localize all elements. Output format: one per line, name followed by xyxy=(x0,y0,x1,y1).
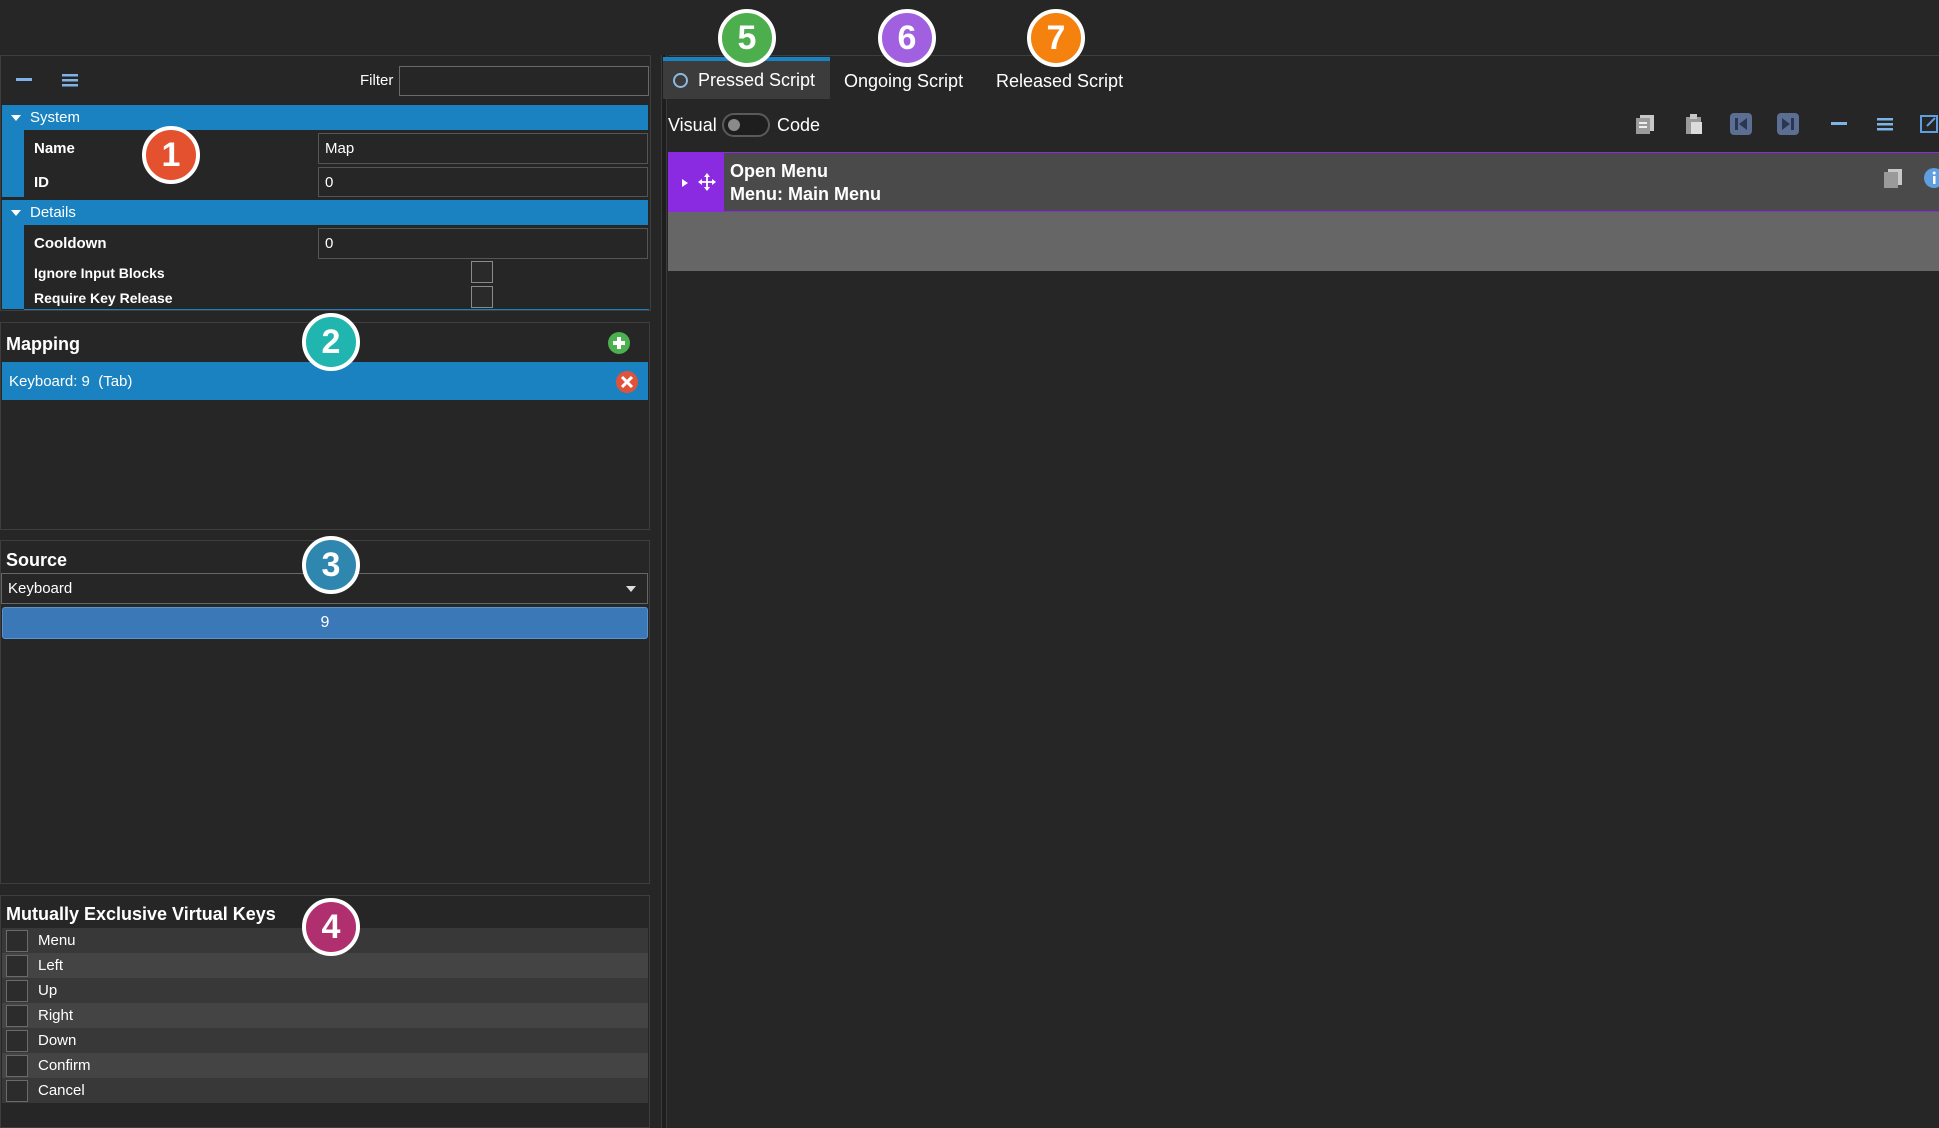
remove-icon xyxy=(616,371,638,393)
script-block-handle[interactable] xyxy=(668,153,724,211)
key-checkbox[interactable] xyxy=(6,1029,28,1052)
list-item[interactable]: Confirm xyxy=(2,1053,648,1078)
expand-all-icon[interactable] xyxy=(56,68,84,92)
category-system-body xyxy=(2,130,24,197)
script-block-subtitle: Menu: Main Menu xyxy=(730,184,881,204)
callout-7: 7 xyxy=(1027,9,1085,67)
toggle-knob xyxy=(728,119,740,131)
require-key-release-label: Require Key Release xyxy=(34,290,173,306)
collapse-chevron-icon[interactable] xyxy=(10,208,24,218)
add-mapping-button[interactable] xyxy=(606,330,632,356)
chevron-down-icon xyxy=(626,585,636,592)
category-details-body xyxy=(2,225,24,309)
source-title: Source xyxy=(6,550,68,570)
id-field[interactable]: 0 xyxy=(318,167,648,197)
tab-ongoing-script[interactable]: Ongoing Script xyxy=(844,71,963,92)
ignore-input-blocks-label: Ignore Input Blocks xyxy=(34,265,165,281)
list-item[interactable]: Right xyxy=(2,1003,648,1028)
key-label: Up xyxy=(38,982,58,999)
copy-icon[interactable] xyxy=(1630,109,1660,139)
skip-to-start-icon[interactable] xyxy=(1726,109,1756,139)
splitter[interactable] xyxy=(661,55,667,1128)
mapping-title: Mapping xyxy=(6,334,80,354)
collapse-all-icon[interactable] xyxy=(1824,109,1854,139)
callout-1: 1 xyxy=(142,126,200,184)
divider xyxy=(24,309,649,310)
tab-ongoing-script-label: Ongoing Script xyxy=(844,71,964,91)
filter-label: Filter xyxy=(360,72,394,89)
filter-input[interactable] xyxy=(399,66,649,96)
key-label: Down xyxy=(38,1032,77,1049)
callout-6: 6 xyxy=(878,9,936,67)
cooldown-field[interactable]: 0 xyxy=(318,228,648,259)
exclusive-keys-title: Mutually Exclusive Virtual Keys xyxy=(6,904,276,924)
add-icon xyxy=(608,332,630,354)
script-block-title: Open Menu xyxy=(730,161,828,181)
key-label: Menu xyxy=(38,932,76,949)
collapse-all-icon[interactable] xyxy=(10,68,38,92)
visual-code-toggle[interactable] xyxy=(722,113,770,137)
key-checkbox[interactable] xyxy=(6,1054,28,1077)
category-system-label: System xyxy=(30,109,81,126)
list-item[interactable]: Cancel xyxy=(2,1078,648,1103)
expand-arrow-icon[interactable] xyxy=(681,178,689,188)
category-details[interactable]: Details xyxy=(2,200,648,225)
collapse-chevron-icon[interactable] xyxy=(10,113,24,123)
key-label: Confirm xyxy=(38,1057,91,1074)
open-external-icon[interactable] xyxy=(1914,109,1939,139)
require-key-release-checkbox[interactable] xyxy=(471,286,493,308)
expand-all-icon[interactable] xyxy=(1870,109,1900,139)
info-icon[interactable] xyxy=(1922,163,1939,193)
callout-3: 3 xyxy=(302,536,360,594)
key-checkbox[interactable] xyxy=(6,1004,28,1027)
copy-block-icon[interactable] xyxy=(1878,163,1908,193)
key-checkbox[interactable] xyxy=(6,929,28,952)
key-label: Cancel xyxy=(38,1082,85,1099)
paste-icon[interactable] xyxy=(1679,109,1709,139)
list-item[interactable]: Up xyxy=(2,978,648,1003)
tab-released-script[interactable]: Released Script xyxy=(996,71,1123,92)
name-field[interactable]: Map xyxy=(318,133,648,164)
list-item[interactable]: Down xyxy=(2,1028,648,1053)
key-button[interactable]: 9 xyxy=(2,607,648,639)
list-item[interactable]: Left xyxy=(2,953,648,978)
key-label: Left xyxy=(38,957,64,974)
move-icon[interactable] xyxy=(698,173,716,191)
category-system[interactable]: System xyxy=(2,105,648,130)
callout-2: 2 xyxy=(302,313,360,371)
active-tab-icon xyxy=(673,72,688,88)
key-checkbox[interactable] xyxy=(6,954,28,977)
tab-released-script-label: Released Script xyxy=(996,71,1124,91)
key-value: 9 xyxy=(320,614,330,631)
category-details-label: Details xyxy=(30,204,76,221)
cooldown-label: Cooldown xyxy=(34,235,107,252)
skip-to-end-icon[interactable] xyxy=(1773,109,1803,139)
code-label: Code xyxy=(777,115,821,135)
ignore-input-blocks-checkbox[interactable] xyxy=(471,261,493,283)
tab-pressed-script-label: Pressed Script xyxy=(698,69,816,90)
key-checkbox[interactable] xyxy=(6,979,28,1002)
callout-4: 4 xyxy=(302,898,360,956)
callout-5: 5 xyxy=(718,9,776,67)
mapping-item-label: Keyboard: 9 (Tab) xyxy=(9,372,133,390)
remove-mapping-button[interactable] xyxy=(614,369,640,395)
tab-strip xyxy=(669,55,1939,56)
key-checkbox[interactable] xyxy=(6,1079,28,1102)
key-label: Right xyxy=(38,1007,74,1024)
visual-label: Visual xyxy=(668,115,717,135)
